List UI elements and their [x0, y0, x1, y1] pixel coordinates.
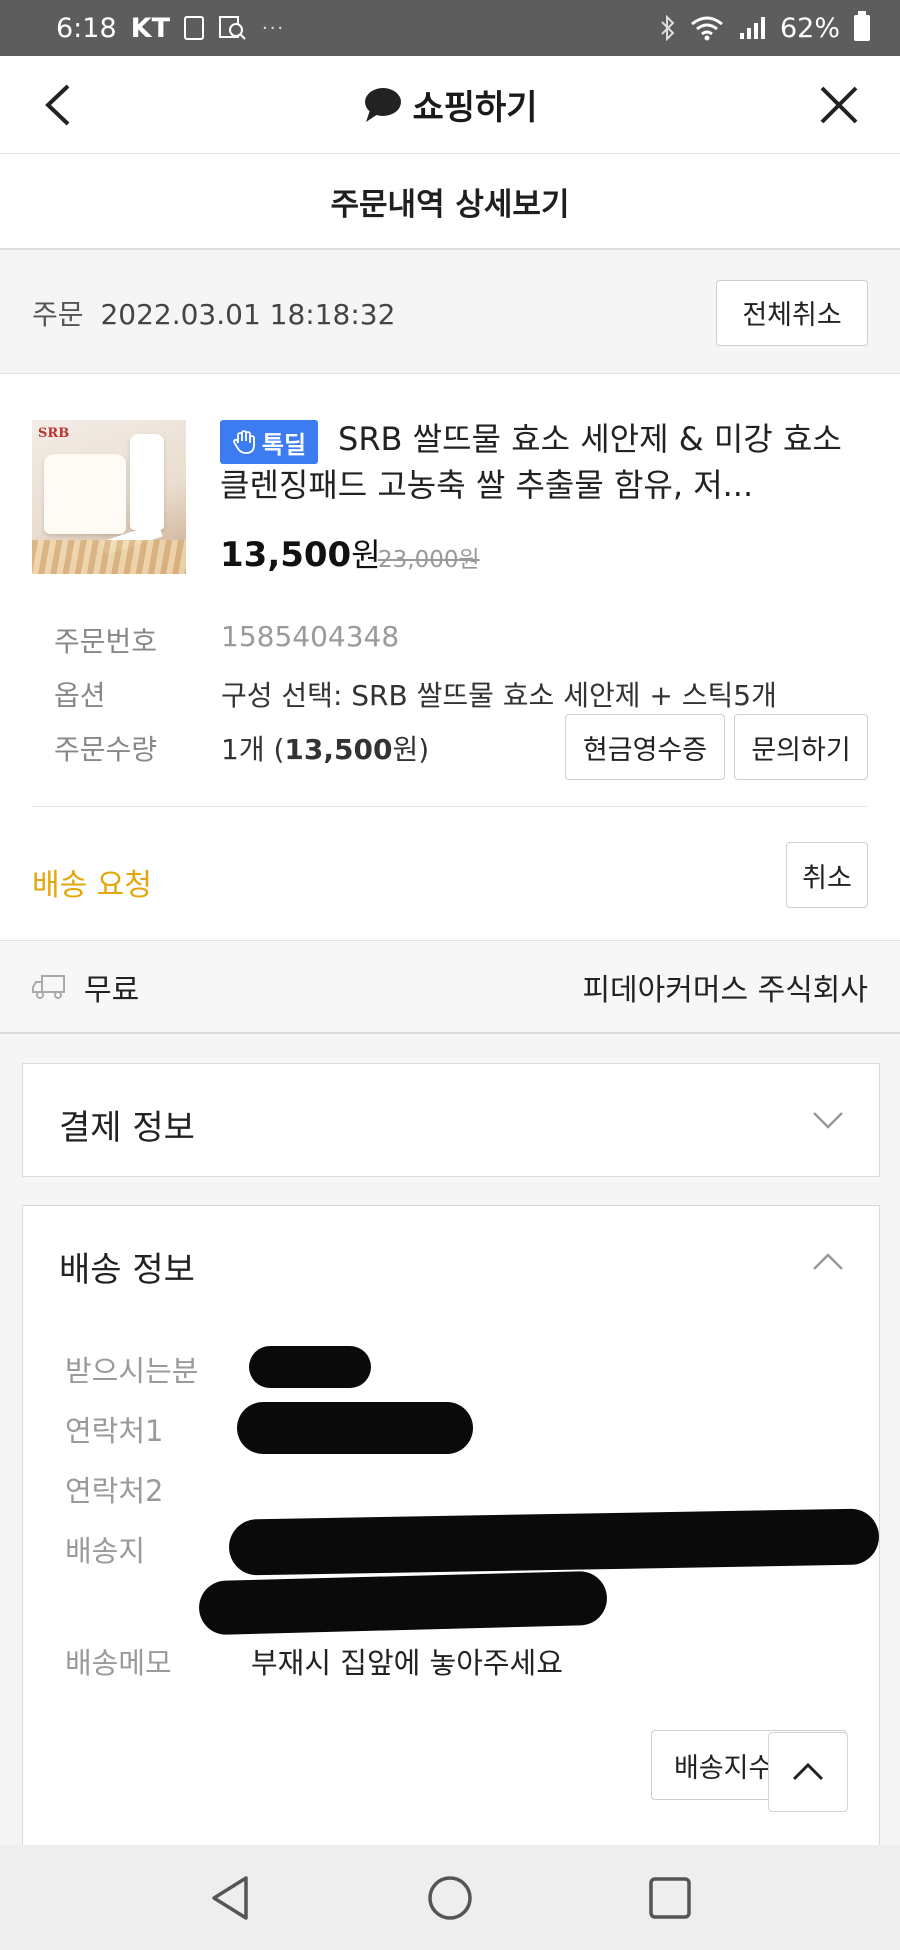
seller-name[interactable]: 피데아커머스 주식회사 — [582, 965, 868, 1009]
contact2-label: 연락처2 — [65, 1474, 164, 1508]
app-title: 쇼핑하기 — [362, 80, 538, 129]
scroll-to-top-button[interactable] — [768, 1732, 848, 1812]
delivery-info-title[interactable]: 배송 정보 — [59, 1242, 195, 1291]
truck-icon — [32, 974, 65, 999]
close-icon[interactable] — [812, 78, 866, 132]
chevron-up-icon — [792, 1762, 824, 1781]
redacted-address-line2 — [198, 1570, 608, 1636]
status-bar-left: 6:18 KT ··· — [56, 13, 285, 44]
nav-back-icon — [212, 1875, 248, 1920]
delivery-fee-value: 무료 — [84, 972, 140, 1008]
app-header: 쇼핑하기 — [0, 56, 900, 154]
delivery-fee: 무료 — [32, 965, 139, 1009]
product-price-value: 13,500 — [220, 535, 352, 575]
nav-recents-icon — [649, 1876, 691, 1919]
recipient-label: 받으시는분 — [65, 1354, 199, 1388]
cancel-all-button[interactable]: 전체취소 — [716, 279, 868, 346]
product-image-tub — [44, 454, 126, 534]
redacted-contact1 — [237, 1402, 473, 1454]
shipping-status: 배송 요청 — [32, 868, 152, 903]
signal-icon — [739, 17, 765, 39]
product-price-unit: 원 — [351, 536, 381, 574]
product-image[interactable]: SRB — [32, 420, 186, 574]
chevron-up-icon[interactable] — [811, 1252, 845, 1272]
delivery-fee-row: 무료 피데아커머스 주식회사 — [0, 940, 900, 1034]
battery-percent: 62% — [779, 12, 840, 44]
battery-icon — [854, 11, 870, 41]
option-value: 구성 선택: SRB 쌀뜨물 효소 세안제 + 스틱5개 — [221, 679, 777, 712]
quantity-amount: 13,500 — [284, 733, 393, 766]
status-bar-right: 62% — [660, 11, 870, 44]
wifi-icon — [691, 16, 723, 41]
order-number-value: 1585404348 — [221, 620, 400, 653]
redacted-address-line1 — [228, 1508, 880, 1576]
order-date-label: 주문 — [32, 297, 84, 331]
memo-value: 부재시 집앞에 놓아주세요 — [251, 1646, 563, 1680]
product-price: 13,500원 — [220, 530, 381, 576]
product-image-brand: SRB — [38, 426, 70, 441]
back-arrow-icon[interactable] — [36, 78, 86, 132]
quantity-value: 1개 (13,500원) — [221, 728, 429, 768]
product-image-grain — [32, 540, 186, 574]
payment-info-title: 결제 정보 — [59, 1108, 195, 1148]
contact1-label: 연락처1 — [65, 1414, 164, 1448]
cash-receipt-button[interactable]: 현금영수증 — [565, 714, 725, 780]
waving-hand-icon — [233, 430, 255, 454]
delivery-info-panel: 배송 정보 받으시는분 연락처1 연락처2 배송지 배송메모 부재시 집앞에 놓… — [22, 1205, 880, 1845]
chat-bubble-icon — [365, 87, 402, 122]
product-card: SRB SRB 쌀뜨물 효소 세안제 & 미강 효소 클렌징패드 고농축 쌀 추… — [0, 374, 900, 940]
order-number-label: 주문번호 — [54, 625, 158, 658]
sim-icon — [183, 16, 204, 40]
nav-back-button[interactable] — [200, 1868, 260, 1928]
cancel-button[interactable]: 취소 — [786, 842, 868, 908]
nav-home-button[interactable] — [420, 1868, 480, 1928]
system-nav-bar — [0, 1845, 900, 1950]
bluetooth-icon — [661, 15, 675, 41]
status-carrier: KT — [130, 12, 170, 44]
quantity-label: 주문수량 — [54, 733, 158, 766]
address-label: 배송지 — [65, 1534, 146, 1568]
option-label: 옵션 — [54, 679, 106, 712]
memo-label: 배송메모 — [65, 1646, 172, 1680]
more-notifications-icon: ··· — [261, 17, 286, 39]
deal-badge-label: 톡딜 — [261, 430, 307, 459]
product-image-bottle — [130, 434, 164, 530]
deal-badge: 톡딜 — [220, 420, 318, 464]
quantity-suffix: 원) — [392, 733, 430, 766]
divider — [32, 806, 868, 807]
chevron-down-icon — [813, 1112, 843, 1129]
original-price: 23,000원 — [378, 547, 480, 573]
status-bar: 6:18 KT ··· 62% — [0, 0, 900, 56]
nav-recents-button[interactable] — [640, 1868, 700, 1928]
payment-info-panel[interactable]: 결제 정보 — [22, 1063, 880, 1177]
status-time: 6:18 — [56, 12, 117, 44]
nav-home-icon — [428, 1875, 472, 1920]
app-title-text: 쇼핑하기 — [412, 88, 538, 128]
redacted-recipient — [249, 1346, 371, 1388]
quantity-count: 1개 ( — [221, 733, 285, 766]
order-date: 주문 2022.03.01 18:18:32 — [32, 293, 395, 333]
search-image-icon — [218, 16, 246, 40]
order-date-value: 2022.03.01 18:18:32 — [100, 297, 396, 331]
page-title: 주문내역 상세보기 — [0, 154, 900, 250]
order-header: 주문 2022.03.01 18:18:32 전체취소 — [0, 252, 900, 374]
inquiry-button[interactable]: 문의하기 — [734, 714, 868, 780]
